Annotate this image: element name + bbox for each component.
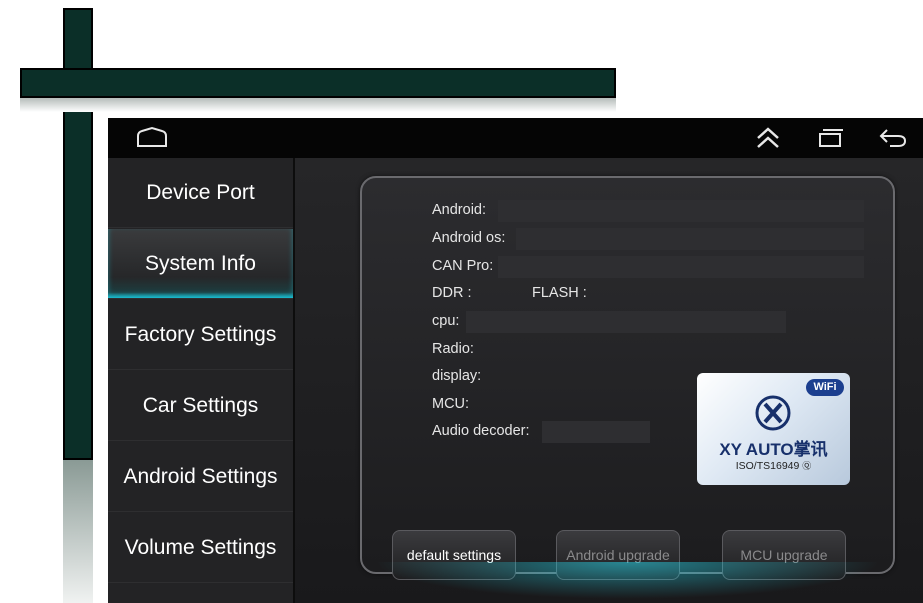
info-panel: Android: Android os: CAN Pro: DDR : FLAS…	[360, 176, 895, 580]
sidebar-item-system-info[interactable]: System Info	[108, 229, 293, 299]
logo-brand-text: XY AUTO掌讯	[719, 440, 828, 459]
decorative-horizontal-bar	[20, 68, 616, 98]
sidebar-item-factory-settings[interactable]: Factory Settings	[108, 300, 293, 370]
decorative-bar-shadow	[20, 98, 616, 112]
up-chevron-icon[interactable]	[755, 126, 781, 150]
xy-emblem-icon	[755, 395, 791, 431]
sidebar-item-android-settings[interactable]: Android Settings	[108, 442, 293, 512]
sidebar-item-label: System Info	[145, 251, 256, 275]
device-screen: Device Port System Info Factory Settings…	[108, 118, 923, 603]
android-label: Android:	[432, 202, 487, 218]
recent-apps-icon[interactable]	[815, 126, 845, 150]
sidebar-item-label: Car Settings	[142, 393, 259, 417]
can-pro-label: CAN Pro:	[432, 258, 494, 274]
back-icon[interactable]	[878, 126, 908, 150]
display-label: display:	[432, 368, 482, 384]
decorative-bar-reflection	[63, 460, 93, 603]
audio-decoder-label: Audio decoder:	[432, 423, 530, 439]
sidebar-item-device-port[interactable]: Device Port	[108, 158, 293, 228]
sidebar-item-label: Android Settings	[123, 464, 278, 488]
sidebar-item-label: Device Port	[146, 180, 255, 204]
redacted-value	[516, 228, 864, 250]
status-bar	[108, 118, 923, 158]
ddr-label: DDR :	[432, 285, 472, 301]
cpu-label: cpu:	[432, 313, 460, 329]
home-icon[interactable]	[135, 126, 169, 150]
panel-glow	[355, 562, 900, 602]
sidebar-item-volume-settings[interactable]: Volume Settings	[108, 513, 293, 583]
settings-sidebar: Device Port System Info Factory Settings…	[108, 158, 293, 603]
flash-label: FLASH :	[532, 285, 587, 301]
system-info-content: Android: Android os: CAN Pro: DDR : FLAS…	[295, 158, 923, 603]
redacted-value	[542, 421, 650, 443]
mcu-label: MCU:	[432, 396, 470, 412]
android-os-label: Android os:	[432, 230, 506, 246]
redacted-value	[466, 311, 786, 333]
sidebar-item-car-settings[interactable]: Car Settings	[108, 371, 293, 441]
sidebar-item-label: Factory Settings	[124, 322, 277, 346]
redacted-value	[498, 200, 864, 222]
xy-auto-logo: WiFi XY AUTO掌讯 ISO/TS16949 Ⓠ	[697, 373, 850, 485]
redacted-value	[498, 256, 864, 278]
sidebar-item-label: Volume Settings	[124, 535, 277, 559]
radio-label: Radio:	[432, 341, 474, 357]
logo-certification: ISO/TS16949 Ⓠ	[735, 460, 812, 472]
wifi-badge: WiFi	[806, 379, 844, 396]
